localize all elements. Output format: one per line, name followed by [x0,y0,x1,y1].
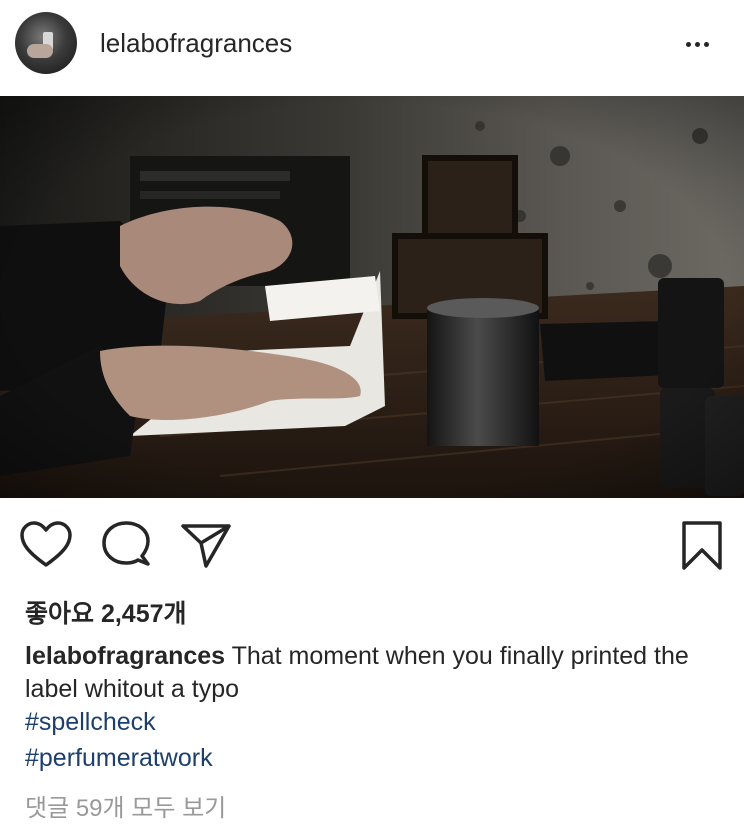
hashtag-perfumeratwork[interactable]: #perfumeratwork [25,744,213,773]
view-all-comments-link[interactable]: 댓글 59개 모두 보기 [25,788,226,823]
avatar-hand [27,44,53,58]
more-options-icon[interactable] [686,34,714,50]
action-bar [0,520,744,576]
post-header: lelabofragrances [0,0,744,96]
comment-icon[interactable] [100,520,152,572]
paper-plane-icon[interactable] [180,520,232,572]
bookmark-icon[interactable] [676,520,728,572]
heart-icon[interactable] [20,520,72,572]
caption: lelabofragrances That moment when you fi… [25,640,715,706]
hashtag-spellcheck[interactable]: #spellcheck [25,708,156,737]
post-username[interactable]: lelabofragrances [100,28,292,59]
caption-username[interactable]: lelabofragrances [25,642,225,670]
post-image[interactable] [0,96,744,498]
likes-count[interactable]: 좋아요 2,457개 [25,594,187,630]
photo-vignette [0,96,744,498]
avatar[interactable] [15,12,77,74]
